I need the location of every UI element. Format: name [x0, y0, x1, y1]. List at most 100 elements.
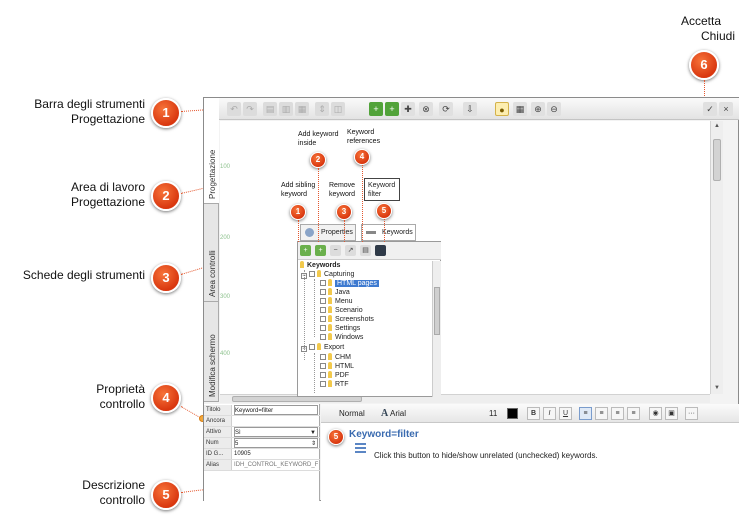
tree-node[interactable]: HTML [320, 362, 354, 371]
key-icon [317, 270, 321, 277]
align-right-button[interactable]: ≡ [611, 407, 624, 420]
keyword-checkbox[interactable] [309, 344, 315, 350]
tree-node[interactable]: RTF [320, 380, 348, 389]
insert-image-icon[interactable]: ▣ [665, 407, 678, 420]
add-child-icon[interactable]: + [385, 102, 399, 116]
pointer-tool-icon[interactable]: ● [495, 102, 509, 116]
keyword-checkbox[interactable] [320, 381, 326, 387]
refresh-icon[interactable]: ⟳ [439, 102, 453, 116]
move-down-icon[interactable]: ⇩ [463, 102, 477, 116]
vertical-scroll-thumb[interactable] [713, 139, 721, 181]
align-left-button[interactable]: ≡ [579, 407, 592, 420]
keyword-checkbox[interactable] [320, 334, 326, 340]
tree-node[interactable]: PDF [320, 371, 349, 380]
tab-keywords[interactable]: Keywords [361, 224, 416, 241]
keyword-checkbox[interactable] [320, 363, 326, 369]
remove-keyword-button[interactable]: − [330, 245, 341, 256]
justify-button[interactable]: ≡ [627, 407, 640, 420]
add-keyword-inside-button[interactable]: + [315, 245, 326, 256]
paragraph-style-select[interactable]: Normal [339, 409, 365, 418]
keyword-view-button[interactable] [375, 245, 386, 256]
keyword-checkbox[interactable] [309, 271, 315, 277]
tree-node[interactable]: Scenario [320, 306, 363, 315]
add-control-icon[interactable]: + [369, 102, 383, 116]
tree-node[interactable]: Screenshots [320, 315, 374, 324]
tab-progettazione[interactable]: Progettazione [204, 98, 219, 204]
italic-button[interactable]: I [543, 407, 556, 420]
annotation-line: references [347, 138, 381, 145]
add-group-icon[interactable]: ✚ [401, 102, 415, 116]
property-value[interactable] [234, 416, 318, 426]
tree-scroll-thumb[interactable] [434, 287, 440, 335]
align-right-icon[interactable]: ▦ [295, 102, 309, 116]
accept-icon[interactable]: ✓ [703, 102, 717, 116]
underline-button[interactable]: U [559, 407, 572, 420]
tree-node-label: Scenario [335, 307, 363, 314]
grid-icon[interactable]: ▦ [513, 102, 527, 116]
annotation-keyword-filter: Keyword filter [364, 178, 400, 201]
label-accept: Accetta [680, 14, 721, 28]
tree-node[interactable]: Windows [320, 333, 363, 342]
canvas-horizontal-scrollbar[interactable] [220, 394, 710, 403]
font-name: Arial [390, 409, 407, 418]
tree-node-label: Screenshots [335, 316, 374, 323]
zoom-out-icon[interactable]: ⊖ [547, 102, 561, 116]
bold-button[interactable]: B [527, 407, 540, 420]
align-center-button[interactable]: ≡ [595, 407, 608, 420]
font-size-select[interactable]: 11 [489, 409, 497, 418]
redo-icon[interactable]: ↷ [243, 102, 257, 116]
canvas-vertical-scrollbar[interactable]: ▲ ▼ [710, 121, 723, 394]
collapse-icon[interactable]: − [301, 346, 307, 352]
distribute-icon[interactable]: ⇕ [315, 102, 329, 116]
tree-node[interactable]: Settings [320, 324, 360, 333]
zoom-in-icon[interactable]: ⊕ [531, 102, 545, 116]
keyword-checkbox[interactable] [320, 316, 326, 322]
tab-area-controlli[interactable]: Area controlli [204, 204, 219, 302]
keyword-checkbox[interactable] [320, 280, 326, 286]
keyword-checkbox[interactable] [320, 354, 326, 360]
align-left-icon[interactable]: ▤ [263, 102, 277, 116]
gear-icon [305, 228, 314, 237]
tab-properties[interactable]: Properties [300, 224, 356, 241]
design-canvas[interactable]: 100 200 300 400 [220, 121, 710, 394]
keyword-checkbox[interactable] [320, 298, 326, 304]
close-icon[interactable]: × [719, 102, 733, 116]
scroll-up-icon[interactable]: ▲ [714, 123, 720, 129]
tree-node[interactable]: CHM [320, 353, 351, 362]
tree-node[interactable]: Java [320, 288, 350, 297]
property-value-dropdown[interactable]: Sì ▼ [234, 427, 318, 437]
keyword-checkbox[interactable] [320, 289, 326, 295]
add-sibling-keyword-button[interactable]: + [300, 245, 311, 256]
scroll-down-icon[interactable]: ▼ [714, 385, 720, 391]
undo-icon[interactable]: ↶ [227, 102, 241, 116]
property-key: Ancora [204, 416, 232, 426]
chevron-down-icon[interactable]: ▼ [310, 428, 316, 436]
tree-node[interactable]: Menu [320, 297, 353, 306]
stepper-icon[interactable]: ⇕ [311, 439, 316, 447]
keyword-checkbox[interactable] [320, 372, 326, 378]
tree-node[interactable]: − Capturing [301, 270, 354, 279]
font-select[interactable]: A Arial [381, 408, 406, 419]
delete-icon[interactable]: ⊗ [419, 102, 433, 116]
keyword-filter-button[interactable]: ▤ [360, 245, 371, 256]
keyword-checkbox[interactable] [320, 325, 326, 331]
property-value[interactable]: Keyword=filter [234, 405, 318, 415]
collapse-icon[interactable]: − [301, 273, 307, 279]
keyword-checkbox[interactable] [320, 307, 326, 313]
property-key: Alias [204, 460, 232, 470]
property-value[interactable]: IDH_CONTROL_KEYWORD_F... [234, 460, 318, 470]
tree-node-root[interactable]: Keywords [300, 261, 340, 270]
tree-node[interactable]: − Export [301, 343, 344, 352]
insert-link-icon[interactable]: ◉ [649, 407, 662, 420]
align-center-icon[interactable]: ▥ [279, 102, 293, 116]
keyword-references-button[interactable]: ↗ [345, 245, 356, 256]
tree-scrollbar[interactable] [432, 261, 441, 397]
tree-node[interactable]: HTML pages [320, 279, 379, 288]
more-options-button[interactable]: ··· [685, 407, 698, 420]
tab-modifica-schermo[interactable]: Modifica schermo [204, 302, 219, 402]
property-value-stepper[interactable]: 5 ⇕ [234, 438, 318, 448]
size-icon[interactable]: ◫ [331, 102, 345, 116]
text-color-swatch[interactable] [507, 408, 518, 419]
property-value[interactable]: 10905 [234, 449, 318, 459]
panel-leader-3 [344, 220, 345, 242]
